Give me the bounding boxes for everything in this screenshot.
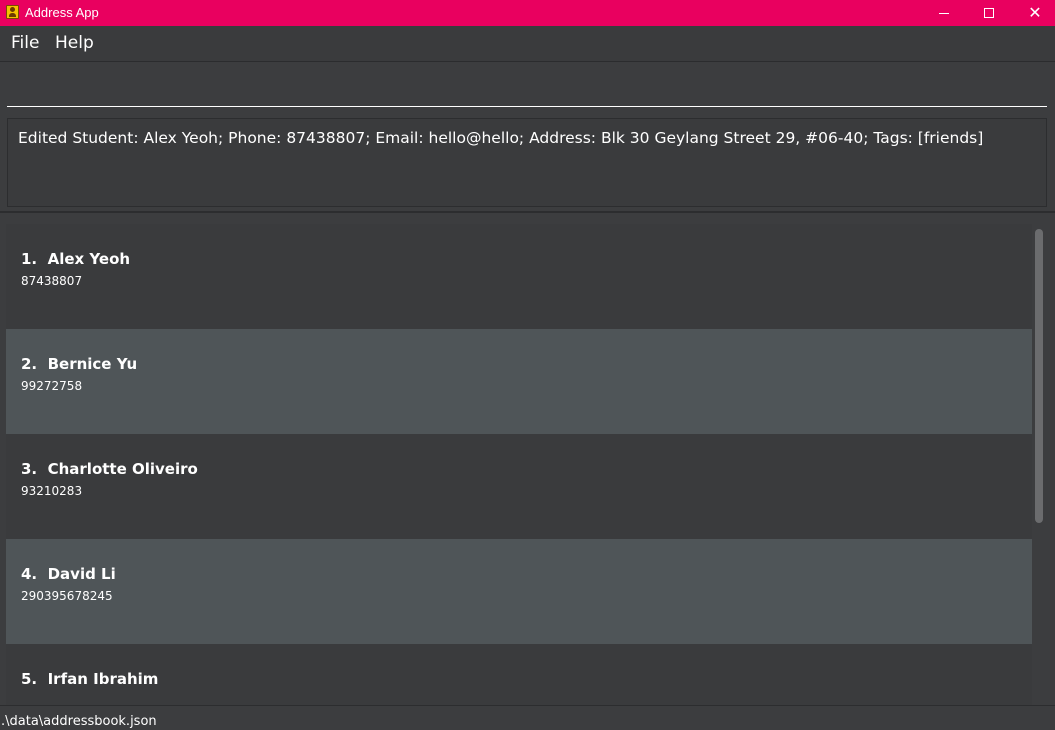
person-card[interactable]: 5. Irfan Ibrahim [6, 644, 1032, 705]
maximize-icon [984, 8, 994, 18]
person-phone: 290395678245 [21, 589, 113, 603]
status-bar: .\data\addressbook.json [0, 705, 1055, 730]
result-display: Edited Student: Alex Yeoh; Phone: 874388… [7, 118, 1047, 207]
menu-help[interactable]: Help [55, 33, 94, 53]
person-name: 4. David Li [21, 565, 116, 583]
person-list[interactable]: 1. Alex Yeoh 87438807 2. Bernice Yu 9927… [6, 224, 1032, 705]
window-title: Address App [25, 5, 99, 20]
close-icon: ✕ [1028, 3, 1042, 22]
person-list-panel: 1. Alex Yeoh 87438807 2. Bernice Yu 9927… [0, 213, 1055, 705]
menu-file[interactable]: File [11, 33, 39, 53]
person-card[interactable]: 1. Alex Yeoh 87438807 [6, 224, 1032, 329]
result-message: Edited Student: Alex Yeoh; Phone: 874388… [18, 129, 984, 147]
person-name: 1. Alex Yeoh [21, 250, 131, 268]
person-name: 5. Irfan Ibrahim [21, 670, 159, 688]
minimize-icon [939, 12, 949, 14]
menu-bar: File Help [0, 26, 1055, 62]
maximize-button[interactable] [966, 0, 1012, 26]
command-input[interactable] [7, 63, 1047, 107]
save-location: .\data\addressbook.json [1, 714, 157, 729]
minimize-button[interactable] [921, 0, 967, 26]
command-box [0, 63, 1055, 113]
person-name: 3. Charlotte Oliveiro [21, 460, 198, 478]
title-bar: Address App ✕ [0, 0, 1055, 26]
person-card[interactable]: 3. Charlotte Oliveiro 93210283 [6, 434, 1032, 539]
person-name: 2. Bernice Yu [21, 355, 138, 373]
person-phone: 93210283 [21, 484, 83, 498]
person-card[interactable]: 4. David Li 290395678245 [6, 539, 1032, 644]
scrollbar-thumb[interactable] [1035, 229, 1043, 523]
close-button[interactable]: ✕ [1012, 0, 1055, 26]
person-phone: 87438807 [21, 274, 83, 288]
person-card[interactable]: 2. Bernice Yu 99272758 [6, 329, 1032, 434]
person-phone: 99272758 [21, 379, 83, 393]
address-book-icon [6, 5, 19, 19]
